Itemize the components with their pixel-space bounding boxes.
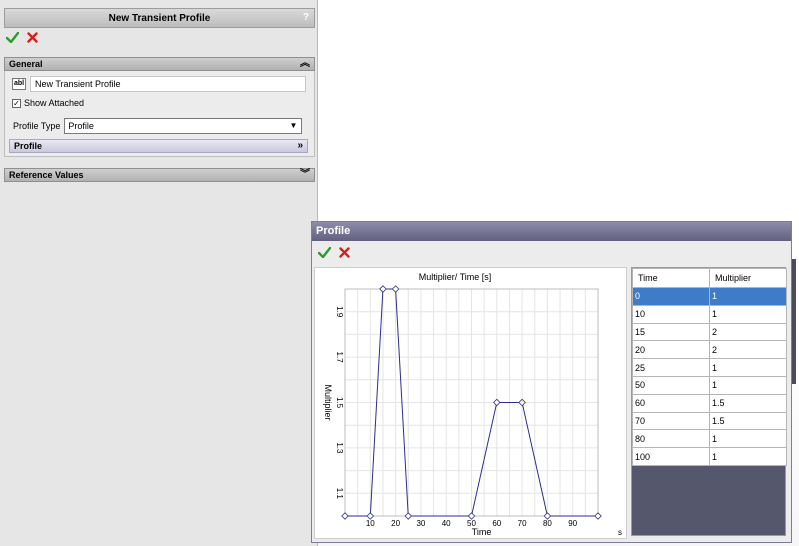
profile-data-table-container: Time Multiplier 0 1 10 1 15 2 20 2 25 1 50 1 60 1.5 70… bbox=[631, 267, 787, 536]
multiplier-column-header[interactable]: Multiplier bbox=[709, 268, 787, 288]
multiplier-cell[interactable]: 1.5 bbox=[709, 393, 787, 413]
data-point[interactable] bbox=[391, 285, 400, 293]
time-cell[interactable]: 100 bbox=[632, 447, 710, 466]
property-manager-panel: New Transient Profile ? General ︽ abl ✓ … bbox=[0, 0, 318, 546]
x-tick-label: 90 bbox=[568, 519, 577, 528]
table-row[interactable]: 50 1 bbox=[632, 375, 787, 395]
chart-svg[interactable]: Multiplier/ Time [s] 10 20 30 40 50 60 70 80 901… bbox=[315, 268, 628, 540]
table-row[interactable]: 25 1 bbox=[632, 358, 787, 377]
x-tick-label: 70 bbox=[518, 519, 527, 528]
time-cell[interactable]: 25 bbox=[632, 358, 710, 377]
panel-ok-cancel bbox=[6, 32, 38, 43]
x-axis-unit: s bbox=[618, 528, 622, 537]
dialog-ok-check-icon[interactable] bbox=[318, 247, 331, 258]
multiplier-cell[interactable]: 1 bbox=[709, 375, 787, 395]
name-row: abl bbox=[12, 76, 306, 92]
x-tick-label: 80 bbox=[543, 519, 552, 528]
dialog-cancel-x-icon[interactable] bbox=[339, 247, 350, 258]
show-attached-row[interactable]: ✓ Show Attached bbox=[12, 98, 84, 108]
dialog-title: Profile bbox=[316, 225, 351, 237]
table-row[interactable]: 60 1.5 bbox=[632, 393, 787, 413]
table-row[interactable]: 100 1 bbox=[632, 447, 787, 466]
data-point[interactable] bbox=[341, 512, 349, 520]
y-tick-label: 1.1 bbox=[335, 488, 344, 500]
dialog-ok-cancel bbox=[318, 247, 350, 258]
x-tick-label: 20 bbox=[391, 519, 400, 528]
y-tick-label: 1.7 bbox=[335, 352, 344, 364]
multiplier-cell[interactable]: 1 bbox=[709, 304, 787, 324]
time-cell[interactable]: 0 bbox=[632, 287, 710, 306]
x-tick-label: 10 bbox=[366, 519, 375, 528]
table-row[interactable]: 70 1.5 bbox=[632, 411, 787, 431]
y-axis-label: Multiplier bbox=[323, 384, 333, 420]
text-field-icon: abl bbox=[12, 78, 26, 90]
data-point[interactable] bbox=[594, 512, 602, 520]
reference-values-title: Reference Values bbox=[9, 170, 84, 180]
time-cell[interactable]: 60 bbox=[632, 393, 710, 413]
panel-title-bar: New Transient Profile ? bbox=[4, 8, 315, 28]
x-tick-label: 30 bbox=[416, 519, 425, 528]
multiplier-cell[interactable]: 2 bbox=[709, 340, 787, 360]
time-cell[interactable]: 50 bbox=[632, 375, 710, 395]
multiplier-cell[interactable]: 1 bbox=[709, 429, 787, 449]
dialog-title-bar[interactable]: Profile bbox=[312, 222, 791, 241]
profile-data-table[interactable]: Time Multiplier 0 1 10 1 15 2 20 2 25 1 50 1 60 1.5 70… bbox=[632, 268, 787, 466]
help-button[interactable]: ? bbox=[303, 12, 309, 23]
general-section-body: abl ✓ Show Attached Profile Type Profile… bbox=[4, 71, 315, 157]
profile-type-selected-value: Profile bbox=[68, 121, 94, 131]
data-point[interactable] bbox=[493, 398, 501, 407]
multiplier-cell[interactable]: 1 bbox=[709, 287, 787, 306]
table-row[interactable]: 01 bbox=[632, 287, 787, 306]
general-section-header[interactable]: General ︽ bbox=[4, 57, 315, 71]
show-attached-label: Show Attached bbox=[24, 98, 85, 108]
table-header-row: Time Multiplier bbox=[632, 268, 787, 288]
x-axis-label: Time bbox=[472, 527, 492, 537]
data-point[interactable] bbox=[379, 285, 387, 293]
ok-check-icon[interactable] bbox=[6, 32, 19, 43]
expand-down-icon[interactable]: ︾ bbox=[300, 169, 310, 181]
multiplier-cell[interactable]: 2 bbox=[709, 322, 787, 342]
table-row[interactable]: 80 1 bbox=[632, 429, 787, 449]
scrollbar-strip[interactable] bbox=[792, 259, 796, 384]
reference-values-section-header[interactable]: Reference Values ︾ bbox=[4, 168, 315, 182]
chart-title: Multiplier/ Time [s] bbox=[419, 272, 492, 282]
profile-type-label: Profile Type bbox=[13, 121, 61, 131]
x-tick-label: 60 bbox=[492, 519, 501, 528]
multiplier-cell[interactable]: 1 bbox=[709, 447, 787, 466]
panel-title: New Transient Profile bbox=[108, 12, 211, 24]
time-cell[interactable]: 10 bbox=[632, 304, 710, 324]
profile-name-input[interactable] bbox=[30, 76, 306, 92]
profile-chart[interactable]: Multiplier/ Time [s] 10 20 30 40 50 60 70 80 90 1… bbox=[314, 267, 627, 539]
y-tick-label: 1.9 bbox=[335, 306, 344, 318]
expand-right-icon[interactable]: » bbox=[297, 140, 303, 152]
multiplier-cell[interactable]: 1.5 bbox=[709, 411, 787, 431]
profile-type-row: Profile Type Profile ▼ bbox=[13, 118, 303, 134]
time-cell[interactable]: 70 bbox=[632, 411, 710, 431]
x-tick-label: 40 bbox=[442, 519, 451, 528]
y-tick-label: 1.3 bbox=[335, 442, 344, 454]
y-tick-label: 1.5 bbox=[335, 397, 344, 409]
time-column-header[interactable]: Time bbox=[632, 268, 710, 288]
profile-subsection-button[interactable]: Profile » bbox=[9, 139, 308, 153]
table-row[interactable]: 10 1 bbox=[632, 304, 787, 324]
data-point[interactable] bbox=[518, 398, 526, 407]
profile-type-dropdown[interactable]: Profile ▼ bbox=[64, 118, 303, 134]
general-section-title: General bbox=[9, 59, 43, 69]
chart-grid bbox=[345, 289, 598, 516]
time-cell[interactable]: 80 bbox=[632, 429, 710, 449]
profile-dialog: Profile Multiplier/ Time [s] 10 20 30 40 50 6… bbox=[311, 221, 792, 543]
table-row[interactable]: 15 2 bbox=[632, 322, 787, 342]
dropdown-arrow-icon[interactable]: ▼ bbox=[289, 119, 297, 133]
time-cell[interactable]: 20 bbox=[632, 340, 710, 360]
profile-subsection-label: Profile bbox=[14, 141, 43, 151]
cancel-x-icon[interactable] bbox=[27, 32, 38, 43]
multiplier-cell[interactable]: 1 bbox=[709, 358, 787, 377]
show-attached-checkbox[interactable]: ✓ bbox=[12, 98, 21, 108]
data-point[interactable] bbox=[404, 512, 413, 520]
collapse-up-icon[interactable]: ︽ bbox=[300, 58, 310, 70]
time-cell[interactable]: 15 bbox=[632, 322, 710, 342]
table-row[interactable]: 20 2 bbox=[632, 340, 787, 360]
